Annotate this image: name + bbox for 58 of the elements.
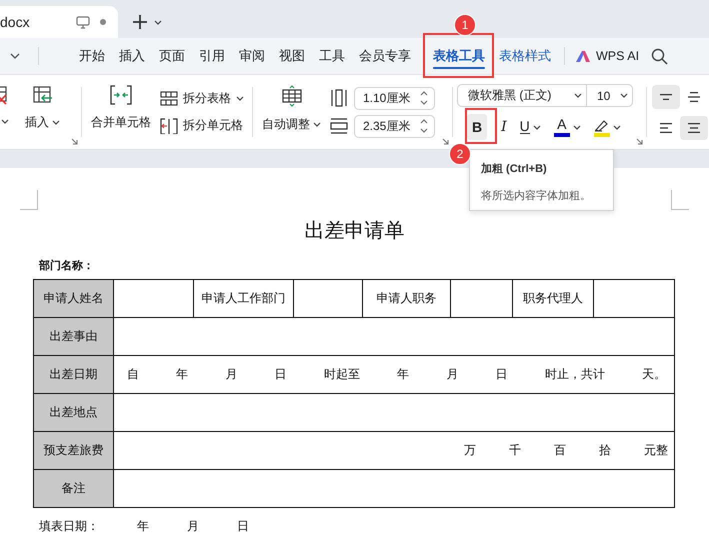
- unit-label: 年: [137, 518, 149, 535]
- unit-label: 年: [397, 366, 410, 383]
- menu-tab[interactable]: 工具: [312, 38, 352, 74]
- unit-label: 时止，共计: [544, 366, 605, 383]
- menu-tab[interactable]: 插入: [112, 38, 152, 74]
- row-label: 申请人姓名: [34, 280, 114, 318]
- menu-tab[interactable]: 视图: [272, 38, 312, 74]
- split-cells-button[interactable]: 拆分单元格: [160, 117, 244, 134]
- unit-label: 万: [464, 442, 476, 459]
- row-label: 出差日期: [34, 356, 114, 394]
- menu-tab[interactable]: 引用: [192, 38, 232, 74]
- merge-cells-button[interactable]: 合并单元格: [86, 75, 156, 149]
- font-color-button[interactable]: A: [548, 114, 586, 140]
- department-label: 部门名称：: [39, 258, 95, 273]
- unit-label: 月: [446, 366, 458, 383]
- menu-tab[interactable]: 开始: [72, 38, 112, 74]
- height-field[interactable]: 1.10厘米: [354, 86, 435, 110]
- unit-label: 百: [554, 442, 566, 459]
- menu-tab[interactable]: 会员专享: [352, 38, 418, 74]
- unit-label: 自: [127, 366, 139, 383]
- unit-label: 年: [176, 366, 188, 383]
- row-label: 备注: [34, 470, 114, 508]
- split-table-button[interactable]: 拆分表格: [160, 90, 244, 107]
- width-field[interactable]: 2.35厘米: [354, 114, 435, 138]
- unit-label: 日: [274, 366, 287, 383]
- italic-button[interactable]: I: [496, 114, 512, 140]
- unit-label: 日: [237, 518, 249, 535]
- unit-label: 时起至: [324, 366, 360, 383]
- menu-tab[interactable]: 审阅: [232, 38, 272, 74]
- field-label: 申请人工作部门: [194, 280, 294, 318]
- document-tab[interactable]: docx: [0, 6, 118, 38]
- field-label: 职务代理人: [512, 280, 594, 318]
- unit-label: 天。: [642, 366, 666, 383]
- menu-tab[interactable]: 表格样式: [492, 38, 558, 74]
- unit-label: 千: [509, 442, 521, 459]
- value-cell[interactable]: 自 年 月 日 时起至 年 月 日 时止，共计 天。: [114, 356, 674, 394]
- row-label: 出差事由: [34, 318, 114, 356]
- unit-label: 月: [187, 518, 199, 535]
- tooltip-title: 加粗 (Ctrl+B): [481, 162, 548, 176]
- unit-label: 拾: [599, 442, 611, 459]
- menu-tab[interactable]: 页面: [152, 38, 192, 74]
- tab-title: docx: [0, 14, 31, 30]
- ai-button[interactable]: WPS AI: [571, 49, 644, 63]
- unit-label: 月: [225, 366, 238, 383]
- document-title: 出差申请单: [304, 219, 406, 244]
- menu-tab[interactable]: 表格工具: [426, 38, 492, 74]
- underline-button[interactable]: U: [514, 114, 546, 140]
- unit-label: 元整: [644, 442, 668, 459]
- bold-button[interactable]: B: [467, 114, 488, 140]
- autofit-button[interactable]: 自动调整: [257, 75, 326, 149]
- tooltip-text: 将所选内容字体加粗。: [481, 188, 592, 203]
- fill-date-label: 填表日期：: [39, 518, 99, 535]
- unit-label: 日: [496, 366, 508, 383]
- field-label: 申请人职务: [362, 280, 450, 318]
- row-label: 预支差旅费: [34, 432, 114, 470]
- value-cell[interactable]: 万 千 百 拾 元整: [114, 432, 674, 470]
- row-label: 出差地点: [34, 394, 114, 432]
- insert-button[interactable]: 插入: [17, 75, 68, 149]
